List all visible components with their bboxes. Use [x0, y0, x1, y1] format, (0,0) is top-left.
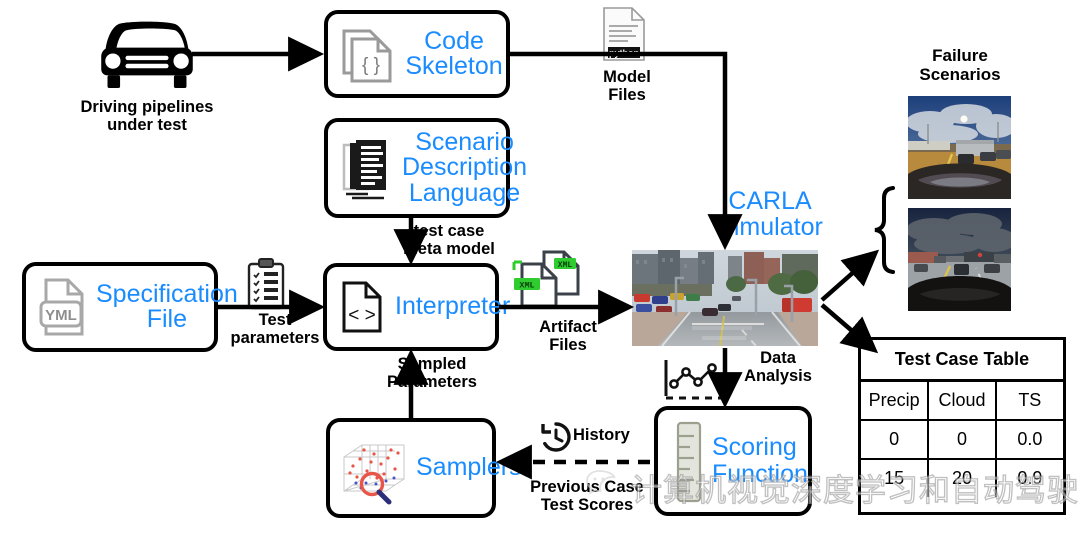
python-file-icon: python [600, 6, 648, 62]
edge-label-model-files: Model Files [603, 68, 651, 105]
clipboard-checklist-icon [243, 258, 289, 312]
node-interpreter[interactable]: < > Interpreter [323, 263, 510, 351]
carla-simulation-screenshot [632, 250, 818, 346]
failure-scenario-image-2 [908, 208, 1011, 311]
svg-text:XML: XML [558, 261, 573, 270]
document-stack-icon [338, 135, 396, 201]
samplers-label: Samplers [416, 453, 522, 482]
sdl-label: Scenario Description Language [402, 127, 528, 207]
table-header-cell: Precip [861, 382, 930, 421]
failure-scenario-image-1 [908, 96, 1011, 199]
table-row: 0 0 0.0 [861, 419, 1063, 460]
edge-label-artifact-files: Artifact Files [539, 318, 597, 355]
wechat-icon [585, 468, 623, 507]
table-cell: 0 [927, 419, 997, 460]
node-scenario-description-language[interactable]: Scenario Description Language [324, 118, 527, 218]
edge-label-test-parameters: Test parameters [230, 311, 320, 348]
edge-label-sampled-parameters: Sampled Parameters [387, 355, 477, 392]
code-file-icon: { } [340, 25, 394, 83]
code-brackets-file-icon: < > [339, 279, 385, 335]
table-cell: 0 [861, 419, 930, 460]
watermark: 计算机视觉深度学习和自动驾驶 [585, 462, 1079, 512]
table-header-cell: Cloud [927, 382, 997, 421]
car-icon [92, 18, 202, 88]
node-specification-file[interactable]: YML Specification File [22, 262, 238, 352]
node-code-skeleton[interactable]: { } Code Skeleton [324, 10, 510, 98]
driving-pipelines-caption: Driving pipelines under test [80, 98, 214, 135]
failure-scenarios-caption: Failure Scenarios [919, 46, 1001, 85]
table-header-row: Precip Cloud TS [861, 382, 1063, 421]
edge-label-test-case-meta-model: test case meta model [403, 222, 495, 259]
interpreter-label: Interpreter [395, 292, 511, 321]
arrow-carla-to-failure-scenarios [820, 249, 880, 302]
svg-text:< >: < > [348, 305, 375, 326]
python-icon-text: python [609, 48, 639, 58]
test-case-table-title: Test Case Table [861, 340, 1063, 382]
edge-label-history: History [573, 426, 630, 444]
history-clock-icon [539, 420, 573, 454]
line-chart-icon [660, 358, 730, 410]
yml-icon-text: YML [45, 307, 77, 324]
watermark-text: 计算机视觉深度学习和自动驾驶 [630, 472, 1079, 508]
table-header-cell: TS [994, 382, 1063, 421]
diagram-canvas: Driving pipelines under test { } Code Sk… [0, 0, 1080, 533]
scatter-cube-magnifier-icon [336, 431, 414, 505]
svg-text:{ }: { } [362, 55, 380, 76]
table-cell: 0.0 [994, 419, 1063, 460]
yml-file-icon: YML [36, 274, 94, 340]
carla-simulator-label: CARLA Simulator [717, 187, 823, 242]
edge-label-data-analysis: Data Analysis [744, 349, 812, 386]
xml-files-icon: XML XML [510, 248, 582, 310]
failure-scenarios-brace [874, 186, 895, 274]
node-samplers[interactable]: Samplers [326, 418, 522, 518]
xml-icon-text: XML [519, 281, 534, 291]
code-skeleton-label: Code Skeleton [405, 26, 503, 80]
